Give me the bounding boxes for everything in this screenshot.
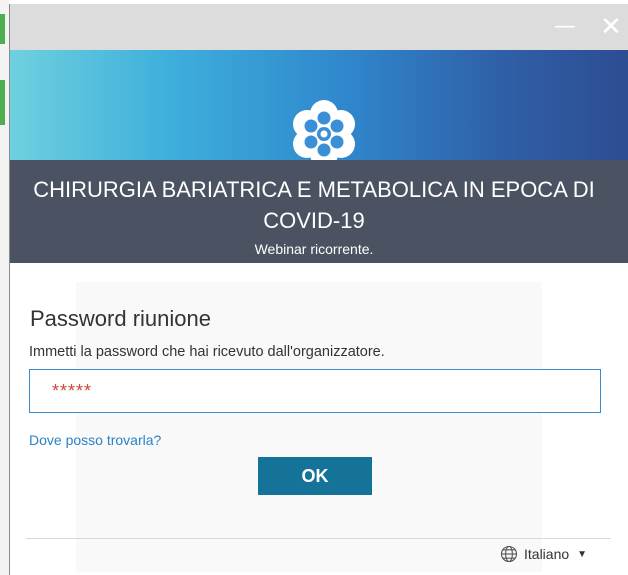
language-selector[interactable]: Italiano ▼ [500,543,587,565]
header-banner [10,50,628,168]
minimize-icon[interactable]: — [550,12,580,42]
language-label: Italiano [524,546,570,562]
background-window-accent [0,14,5,44]
meeting-title: CHIRURGIA BARIATRICA E METABOLICA IN EPO… [33,177,595,233]
caret-down-icon: ▼ [577,548,588,560]
background-window-accent [0,80,5,125]
globe-icon [500,545,518,563]
background-window [0,0,9,575]
password-input[interactable] [29,369,601,413]
ok-button[interactable]: OK [258,457,372,495]
close-icon[interactable]: ✕ [596,12,626,42]
help-link[interactable]: Dove posso trovarla? [29,432,161,448]
title-bar: — ✕ [10,4,628,50]
footer-divider [26,538,611,539]
meeting-subtitle: Webinar ricorrente. [254,241,374,257]
password-instructions: Immetti la password che hai ricevuto dal… [29,344,385,360]
page-title: Password riunione [30,306,211,331]
